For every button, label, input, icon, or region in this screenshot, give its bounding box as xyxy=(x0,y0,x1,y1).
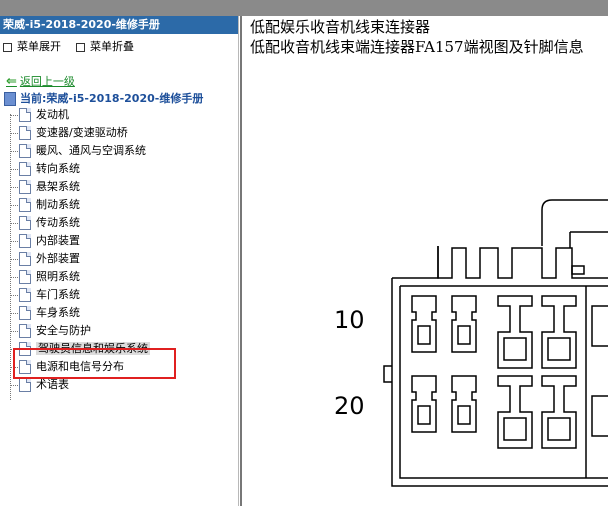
book-icon xyxy=(4,92,16,106)
document-icon xyxy=(19,324,31,338)
document-icon xyxy=(19,216,31,230)
back-link[interactable]: ⇐ 返回上一级 xyxy=(6,73,75,89)
document-icon xyxy=(19,108,31,122)
tree-item-label: 转向系统 xyxy=(36,162,80,175)
tree-item-label: 发动机 xyxy=(36,108,69,121)
tree-item[interactable]: 外部装置 xyxy=(10,250,80,268)
current-location-label: 当前:荣威-i5-2018-2020-维修手册 xyxy=(20,92,204,105)
window-top-bar xyxy=(0,0,608,16)
pin-label-10: 10 xyxy=(334,306,365,334)
tree-item-label: 车门系统 xyxy=(36,288,80,301)
sidebar: 荣威-i5-2018-2020-维修手册 菜单展开 菜单折叠 ⇐ 返回上一级 当前… xyxy=(0,16,239,506)
connector-diagram xyxy=(383,199,608,487)
document-icon xyxy=(19,378,31,392)
document-icon xyxy=(19,252,31,266)
document-icon xyxy=(19,234,31,248)
document-icon xyxy=(19,288,31,302)
tree-item-label: 传动系统 xyxy=(36,216,80,229)
tree-item-label: 安全与防护 xyxy=(36,324,91,337)
tree-item-label: 车身系统 xyxy=(36,306,80,319)
collapse-icon xyxy=(76,42,85,52)
tree-item[interactable]: 制动系统 xyxy=(10,196,80,214)
tree-item[interactable]: 暖风、通风与空调系统 xyxy=(10,142,146,160)
back-link-label: 返回上一级 xyxy=(19,75,75,88)
highlight-box xyxy=(13,348,176,379)
current-location: 当前:荣威-i5-2018-2020-维修手册 xyxy=(4,90,203,106)
menu-expand-button[interactable]: 菜单展开 xyxy=(3,38,61,56)
tree-item[interactable]: 车门系统 xyxy=(10,286,80,304)
tree-item[interactable]: 内部装置 xyxy=(10,232,80,250)
tree-item-label: 外部装置 xyxy=(36,252,80,265)
tree-item[interactable]: 车身系统 xyxy=(10,304,80,322)
document-icon xyxy=(19,198,31,212)
tree-item-label: 术语表 xyxy=(36,378,69,391)
tree-item[interactable]: 悬架系统 xyxy=(10,178,80,196)
menu-expand-label: 菜单展开 xyxy=(17,40,61,53)
pin-label-20: 20 xyxy=(334,392,365,420)
tree-item[interactable]: 传动系统 xyxy=(10,214,80,232)
menu-collapse-label: 菜单折叠 xyxy=(90,40,134,53)
document-icon xyxy=(19,270,31,284)
back-arrow-icon: ⇐ xyxy=(6,74,17,89)
tree-item-label: 悬架系统 xyxy=(36,180,80,193)
tree-item-label: 照明系统 xyxy=(36,270,80,283)
tree-item-label: 制动系统 xyxy=(36,198,80,211)
document-icon xyxy=(19,144,31,158)
tree-item[interactable]: 转向系统 xyxy=(10,160,80,178)
tree-item-label: 暖风、通风与空调系统 xyxy=(36,144,146,157)
expand-icon xyxy=(3,42,12,52)
tree-item[interactable]: 安全与防护 xyxy=(10,322,91,340)
tree-item[interactable]: 变速器/变速驱动桥 xyxy=(10,124,128,142)
tree-item-label: 内部装置 xyxy=(36,234,80,247)
document-icon xyxy=(19,180,31,194)
document-icon xyxy=(19,162,31,176)
menu-collapse-button[interactable]: 菜单折叠 xyxy=(76,38,134,56)
content-pane: 低配娱乐收音机线束连接器 低配收音机线束端连接器FA157端视图及针脚信息 10… xyxy=(240,16,608,506)
document-icon xyxy=(19,306,31,320)
document-icon xyxy=(19,126,31,140)
tree-item[interactable]: 发动机 xyxy=(10,106,69,124)
sidebar-title: 荣威-i5-2018-2020-维修手册 xyxy=(0,16,238,34)
tree-item-label: 变速器/变速驱动桥 xyxy=(36,126,128,139)
tree-item[interactable]: 照明系统 xyxy=(10,268,80,286)
